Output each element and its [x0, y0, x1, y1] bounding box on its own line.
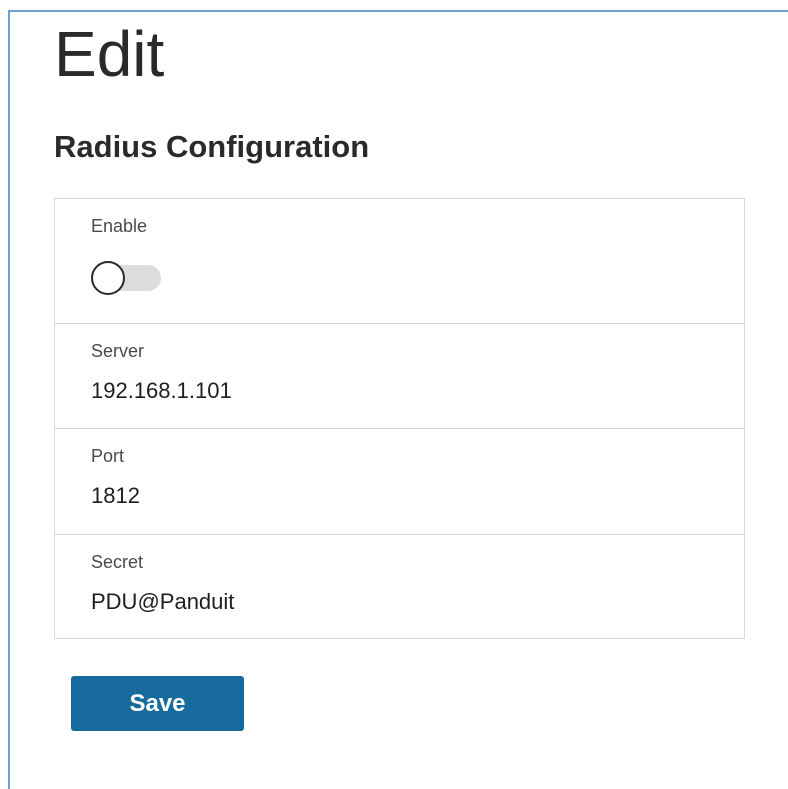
- server-label: Server: [91, 341, 145, 361]
- port-label: Port: [91, 446, 125, 466]
- secret-field[interactable]: PDU@Panduit: [91, 591, 234, 613]
- port-field[interactable]: 1812: [91, 485, 140, 507]
- port-row: Port 1812: [55, 428, 744, 534]
- radius-config-form: Enable Server 192.168.1.101 Port 1812 Se…: [54, 198, 745, 639]
- secret-label: Secret: [91, 552, 144, 572]
- enable-row: Enable: [55, 199, 744, 324]
- server-field[interactable]: 192.168.1.101: [91, 380, 232, 402]
- secret-row: Secret PDU@Panduit: [55, 534, 744, 640]
- section-title: Radius Configuration: [54, 129, 370, 164]
- enable-label: Enable: [91, 216, 148, 236]
- save-button[interactable]: Save: [71, 676, 244, 731]
- page-title: Edit: [54, 18, 165, 90]
- server-row: Server 192.168.1.101: [55, 323, 744, 428]
- enable-toggle[interactable]: [91, 261, 161, 295]
- toggle-knob: [91, 261, 125, 295]
